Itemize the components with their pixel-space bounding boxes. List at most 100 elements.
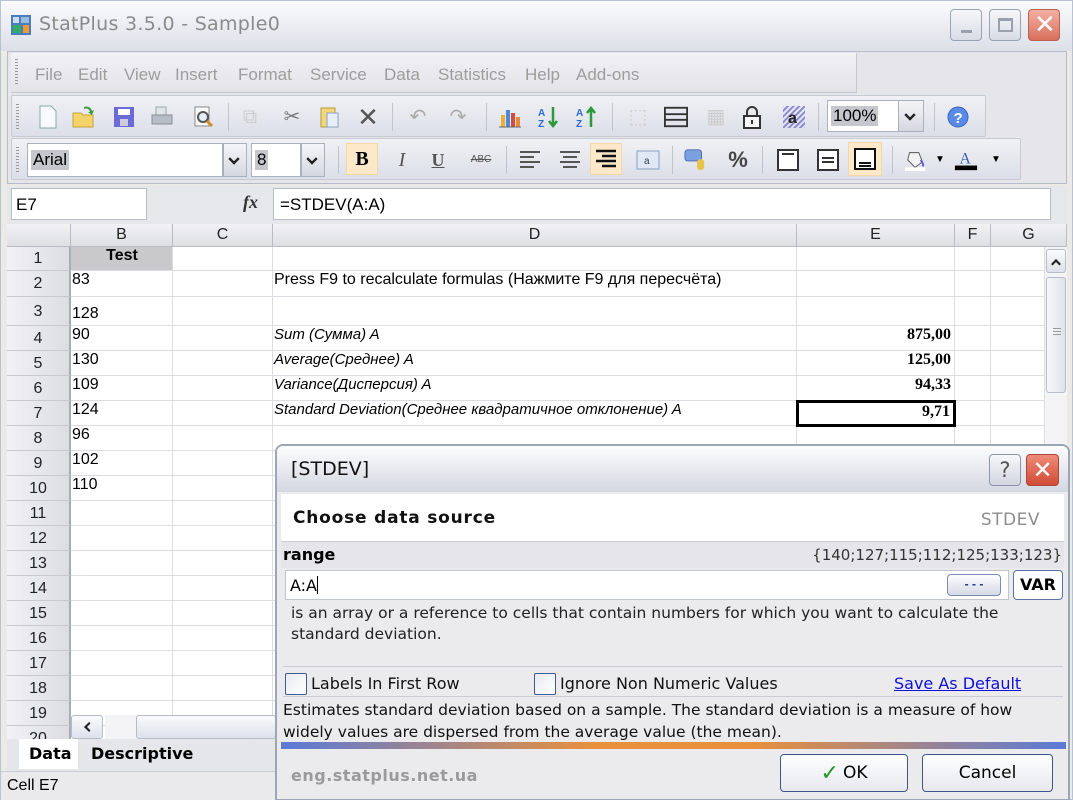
sheet-tab-descriptive-statistics[interactable]: Descriptive Statistics [85,739,277,793]
corner-header[interactable] [7,224,71,247]
range-select-button[interactable]: - - - [947,574,1001,596]
fill-color-icon[interactable] [904,148,928,172]
delete-icon[interactable]: ✕ [356,104,380,130]
chart-icon[interactable] [498,105,522,129]
strikethrough-button[interactable]: ABC [466,148,496,172]
grid-cell[interactable] [991,271,1045,297]
cell-reference-box[interactable]: E7 [11,188,147,220]
grid-cell[interactable] [173,326,273,351]
help-icon[interactable]: ? [946,105,970,129]
grid-cell[interactable] [173,297,273,326]
cell-b1[interactable]: Test [71,247,173,271]
menu-file[interactable]: File [35,65,62,85]
font-name-dropdown-button[interactable] [223,143,247,177]
grid-cell[interactable] [173,576,273,601]
grid-cell[interactable] [991,401,1045,426]
grid-cell[interactable] [173,247,273,271]
undo-icon[interactable]: ↶ [406,105,430,129]
grid-cell[interactable] [955,247,991,271]
cell-b10[interactable]: 110 [71,476,173,501]
dialog-help-button[interactable]: ? [989,454,1021,486]
grid-cell[interactable] [71,676,173,701]
grid-cell[interactable] [991,326,1045,351]
labels-in-first-row-label[interactable]: Labels In First Row [311,674,460,693]
grid-cell[interactable] [955,297,991,326]
row-header-10[interactable]: 10 [7,476,71,501]
grid-cell[interactable] [71,576,173,601]
grid-cell[interactable] [797,271,955,297]
grid-cell[interactable] [173,271,273,297]
cell-e4[interactable]: 875,00 [797,326,955,351]
grid-cell[interactable] [955,351,991,376]
menu-help[interactable]: Help [525,65,560,85]
underline-button[interactable]: U [426,148,450,172]
grid-cell[interactable] [173,501,273,526]
row-header-2[interactable]: 2 [7,271,71,297]
grid-cell[interactable] [173,476,273,501]
font-color-icon[interactable]: A [954,148,978,172]
column-header-b[interactable]: B [71,224,173,247]
scroll-left-button[interactable] [71,715,103,739]
grid-cell[interactable] [173,526,273,551]
align-left-icon[interactable] [518,148,542,172]
row-header-15[interactable]: 15 [7,601,71,626]
grid-cell[interactable] [955,326,991,351]
grid-cell[interactable] [991,351,1045,376]
border-bottom-icon[interactable] [848,142,882,176]
print-icon[interactable] [150,105,174,129]
font-size-dropdown-button[interactable] [301,143,325,177]
formula-input[interactable]: =STDEV(A:A) [273,188,1051,220]
grid-icon[interactable]: ▦ [704,105,728,129]
row-header-1[interactable]: 1 [7,247,71,271]
row-header-3[interactable]: 3 [7,297,71,326]
grid-cell[interactable] [173,551,273,576]
zoom-select[interactable]: 100% [827,100,899,132]
italic-button[interactable]: I [390,148,414,172]
percent-button[interactable]: % [726,148,750,172]
ignore-non-numeric-label[interactable]: Ignore Non Numeric Values [560,674,778,693]
save-icon[interactable] [112,105,136,129]
lock-icon[interactable] [740,105,764,129]
menu-edit[interactable]: Edit [78,65,107,85]
menu-grip[interactable] [15,59,18,85]
close-button[interactable]: ✕ [1028,9,1060,41]
cell-b2[interactable]: 83 [71,271,173,297]
row-header-4[interactable]: 4 [7,326,71,351]
grid-cell[interactable] [955,271,991,297]
cell-b4[interactable]: 90 [71,326,173,351]
cancel-button[interactable]: Cancel [922,754,1053,792]
grid-cell[interactable] [991,247,1045,271]
cell-d7[interactable]: Standard Deviation(Среднее квадратичное … [273,401,797,426]
grid-cell[interactable] [273,297,797,326]
column-header-e[interactable]: E [797,224,955,247]
freeze-icon[interactable]: ⬚ [626,105,650,129]
grid-cell[interactable] [173,376,273,401]
row-header-16[interactable]: 16 [7,626,71,651]
cell-b5[interactable]: 130 [71,351,173,376]
cell-d6[interactable]: Variance(Дисперсия) A [273,376,797,401]
new-document-icon[interactable] [36,105,60,129]
grid-cell[interactable] [173,626,273,651]
redo-icon[interactable]: ↷ [446,105,470,129]
row-header-19[interactable]: 19 [7,701,71,726]
grid-cell[interactable] [71,651,173,676]
menu-insert[interactable]: Insert [175,65,218,85]
menu-format[interactable]: Format [238,65,292,85]
grid-cell[interactable] [173,651,273,676]
row-header-17[interactable]: 17 [7,651,71,676]
var-button[interactable]: VAR [1013,570,1063,600]
dialog-close-button[interactable]: ✕ [1026,454,1059,486]
row-header-18[interactable]: 18 [7,676,71,701]
text-pattern-icon[interactable]: a [782,105,806,129]
bold-button[interactable]: B [346,143,378,175]
align-right-icon[interactable] [590,143,622,175]
grid-cell[interactable] [71,551,173,576]
horizontal-scroll-thumb[interactable] [136,715,276,739]
merge-cells-icon[interactable]: a [636,148,660,172]
menu-add-ons[interactable]: Add-ons [576,65,639,85]
column-header-d[interactable]: D [273,224,797,247]
grid-cell[interactable] [991,297,1045,326]
grid-cell[interactable] [273,247,797,271]
menu-statistics[interactable]: Statistics [438,65,506,85]
grid-cell[interactable] [173,401,273,426]
